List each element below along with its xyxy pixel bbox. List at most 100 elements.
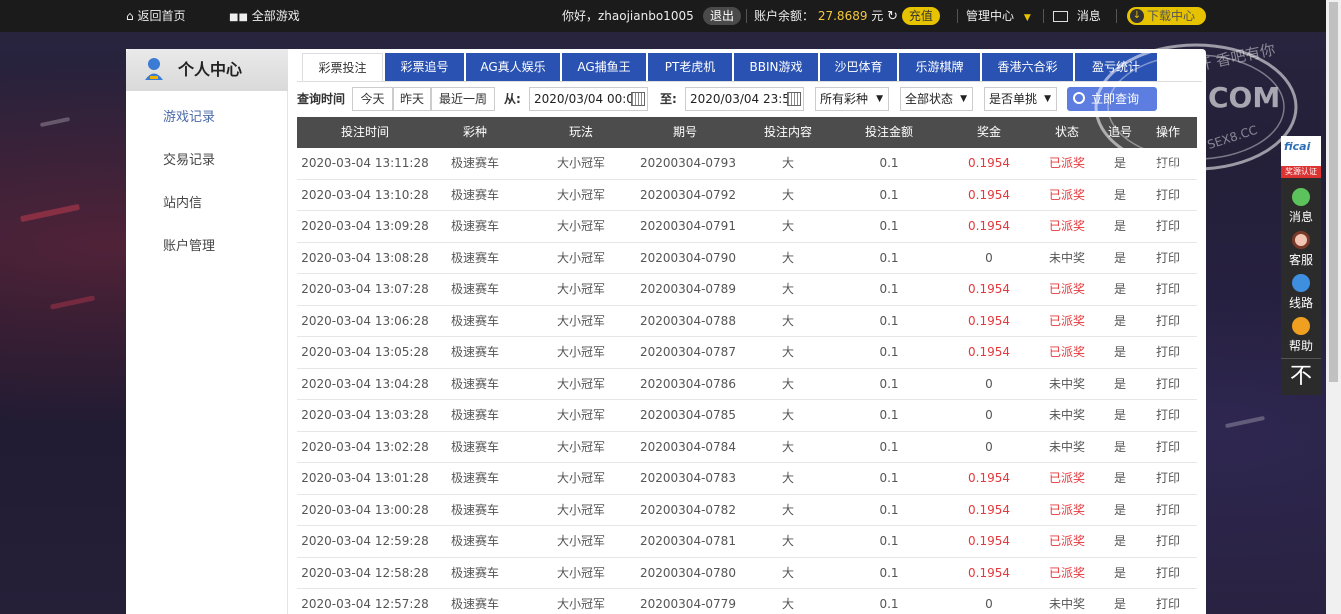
cell-action[interactable]: 打印 [1123,495,1213,526]
to-date-value: 2020/03/04 23:59 [690,92,798,106]
table-row: 2020-03-04 12:58:28 极速赛车 大小冠军 20200304-0780… [297,557,1197,589]
person-icon [145,58,163,80]
home-link[interactable]: ⌂ 返回首页 [126,0,185,32]
cell-play: 大小冠军 [556,534,605,548]
from-date-input[interactable]: 2020/03/04 00:00 [529,87,648,111]
ficai-logo[interactable]: ficai 奖源认证 [1281,136,1321,178]
th-col-bet-time: 投注时间 [340,125,389,139]
sidebar-item-account[interactable]: 账户管理 [163,235,215,254]
query-button[interactable]: 立即查询 [1067,87,1157,111]
tab-pt-slots[interactable]: PT老虎机 [648,53,732,81]
cell-bet-time: 2020-03-04 13:11:28 [301,156,429,170]
scrollbar-thumb[interactable] [1329,2,1338,382]
cell-prize: 0 [985,439,993,454]
cell-play: 大小冠军 [556,345,605,359]
to-date-input[interactable]: 2020/03/04 23:59 [685,87,804,111]
cell-action[interactable]: 打印 [1123,148,1213,179]
cell-action[interactable]: 打印 [1123,211,1213,242]
tab-lottery-chase[interactable]: 彩票追号 [385,53,464,81]
recent-week-button[interactable]: 最近一周 [431,87,495,111]
tab-bbin[interactable]: BBIN游戏 [734,53,818,81]
cell-amount: 0.1 [879,439,899,454]
table-row: 2020-03-04 13:04:28 极速赛车 大小冠军 20200304-0786… [297,368,1197,400]
cell-action[interactable]: 打印 [1123,526,1213,557]
cell-prize: 0 [985,376,993,391]
page-scrollbar[interactable] [1326,0,1341,614]
today-button[interactable]: 今天 [352,87,393,111]
calendar-icon[interactable] [787,92,801,106]
caret-down-icon: ▼ [876,94,883,104]
cell-content: 大 [781,187,794,202]
cell-action[interactable]: 打印 [1123,337,1213,368]
floating-sidebar: ficai 奖源认证 消息 客服 线路 帮助 不 [1281,136,1321,395]
status-select[interactable]: 全部状态 ▼ [900,87,973,111]
sidebar-item-game-records[interactable]: 游戏记录 [163,106,215,125]
cell-issue: 20200304-0791 [640,219,736,233]
sidebar-item-inbox[interactable]: 站内信 [163,192,202,211]
messages-label: 消息 [1076,9,1101,23]
cell-content: 大 [781,534,794,548]
logo-subtext: 奖源认证 [1281,166,1321,178]
logout-button[interactable]: 退出 [703,7,742,25]
yesterday-button[interactable]: 昨天 [393,87,431,111]
table-row: 2020-03-04 13:11:28 极速赛车 大小冠军 20200304-0793… [297,148,1197,180]
cell-content: 大 [781,502,794,517]
th-col-amount: 投注金额 [864,125,913,139]
cell-action[interactable]: 打印 [1123,432,1213,463]
cell-action[interactable]: 打印 [1123,400,1213,431]
cell-lottery: 极速赛车 [450,565,499,580]
download-center-button[interactable]: ↓ 下载中心 [1127,7,1206,25]
float-help[interactable]: 帮助 [1281,313,1321,355]
main-panel: 个人中心 游戏记录 交易记录 站内信 账户管理 彩票投注 彩票追号 AG真人娱乐… [126,49,1206,614]
calendar-icon[interactable] [631,92,645,106]
cell-amount: 0.1 [879,534,899,548]
lottery-type-select[interactable]: 所有彩种 ▼ [815,87,889,111]
float-support[interactable]: 客服 [1281,227,1321,269]
cell-issue: 20200304-0790 [640,250,736,265]
th-col-action: 操作 [1155,125,1180,139]
recharge-button[interactable]: 充值 [901,7,940,25]
table-row: 2020-03-04 12:57:28 极速赛车 大小冠军 20200304-0779… [297,589,1197,614]
table-row: 2020-03-04 13:08:28 极速赛车 大小冠军 20200304-0790… [297,242,1197,274]
cell-issue: 20200304-0782 [640,502,736,517]
tab-bar: 彩票投注 彩票追号 AG真人娱乐 AG捕鱼王 PT老虎机 BBIN游戏 沙巴体育… [297,53,1202,81]
messages-link[interactable]: 消息 [1053,0,1101,32]
cell-amount: 0.1 [879,250,899,265]
tab-profit-stats[interactable]: 盈亏统计 [1075,53,1157,81]
cell-action[interactable]: 打印 [1123,306,1213,337]
tab-hk-mark-six[interactable]: 香港六合彩 [982,53,1073,81]
cell-action[interactable]: 打印 [1123,463,1213,494]
all-games-link[interactable]: ■■ 全部游戏 [229,0,300,32]
help-icon [1292,317,1310,335]
tab-ag-live[interactable]: AG真人娱乐 [466,53,560,81]
cell-action[interactable]: 打印 [1123,274,1213,305]
cell-action[interactable]: 打印 [1123,180,1213,211]
cell-content: 大 [781,282,794,296]
back-to-top-button[interactable]: 不 [1281,358,1321,395]
tab-lottery-bets[interactable]: 彩票投注 [302,53,383,81]
balance-value: 27.8689 [817,9,868,23]
arrow-up-icon: 不 [1289,364,1312,389]
sidebar-header: 个人中心 [126,49,288,91]
cell-action[interactable]: 打印 [1123,589,1213,614]
cell-issue: 20200304-0792 [640,187,736,202]
cell-amount: 0.1 [879,282,899,296]
cell-bet-time: 2020-03-04 13:07:28 [301,282,429,296]
cell-action[interactable]: 打印 [1123,558,1213,589]
cell-amount: 0.1 [879,597,899,611]
cell-play: 大小冠军 [556,187,605,202]
cell-prize: 0.1954 [968,282,1010,296]
float-messages[interactable]: 消息 [1281,184,1321,226]
manage-menu[interactable]: 管理中心 ▼ [966,0,1031,32]
sidebar-item-transaction-records[interactable]: 交易记录 [163,149,215,168]
single-pick-select[interactable]: 是否单挑 ▼ [984,87,1057,111]
cell-lottery: 极速赛车 [450,471,499,485]
cell-play: 大小冠军 [556,471,605,485]
cell-action[interactable]: 打印 [1123,369,1213,400]
tab-leyou-chess[interactable]: 乐游棋牌 [899,53,980,81]
float-lines[interactable]: 线路 [1281,270,1321,312]
tab-saba-sports[interactable]: 沙巴体育 [820,53,897,81]
tab-ag-fishing[interactable]: AG捕鱼王 [562,53,646,81]
refresh-icon[interactable]: ↻ [887,9,898,24]
cell-action[interactable]: 打印 [1123,243,1213,274]
